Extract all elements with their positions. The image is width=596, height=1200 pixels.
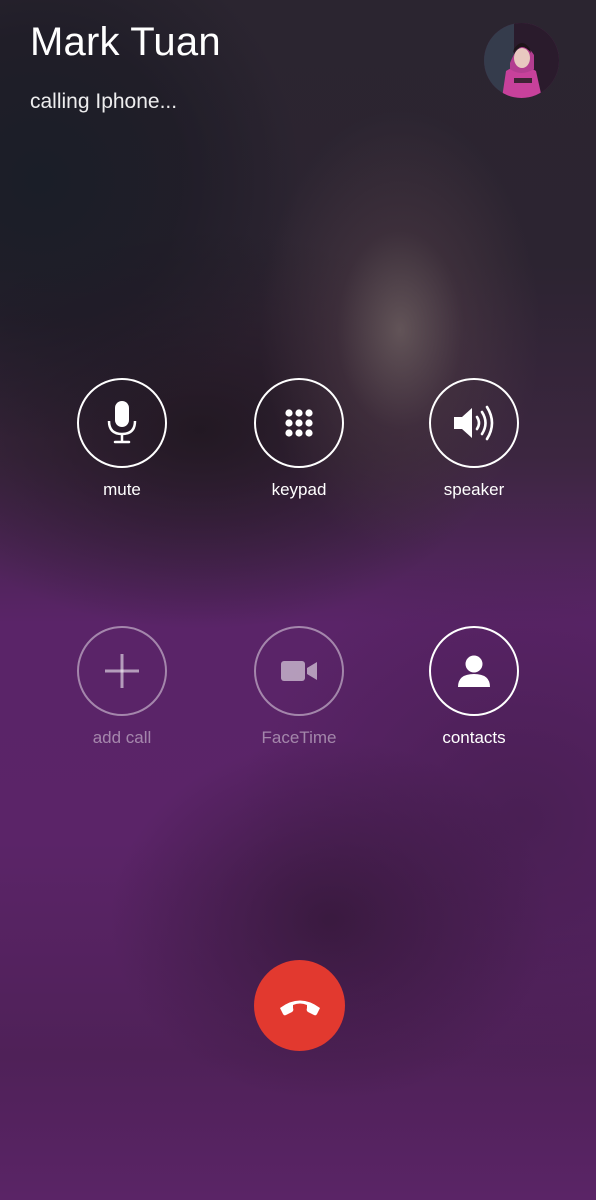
caller-name: Mark Tuan (30, 20, 221, 64)
add-call-button[interactable]: add call (57, 626, 187, 748)
mute-circle[interactable] (77, 378, 167, 468)
person-icon (458, 655, 490, 687)
speaker-icon (454, 405, 494, 441)
facetime-circle[interactable] (254, 626, 344, 716)
speaker-button[interactable]: speaker (409, 378, 539, 500)
keypad-grid-icon (285, 409, 313, 437)
video-camera-icon (281, 661, 317, 681)
keypad-button[interactable]: keypad (234, 378, 364, 500)
speaker-circle[interactable] (429, 378, 519, 468)
end-call-button[interactable] (254, 960, 345, 1051)
add-call-circle[interactable] (77, 626, 167, 716)
call-status: calling Iphone... (30, 90, 178, 113)
contacts-circle[interactable] (429, 626, 519, 716)
microphone-icon (107, 401, 137, 444)
contacts-label: contacts (442, 728, 506, 747)
keypad-label: keypad (271, 480, 327, 499)
facetime-label: FaceTime (261, 728, 337, 747)
phone-hangup-icon (279, 1000, 320, 1015)
contact-avatar[interactable] (484, 23, 559, 98)
contacts-button[interactable]: contacts (409, 626, 539, 748)
mute-button[interactable]: mute (57, 378, 187, 500)
facetime-button[interactable]: FaceTime (234, 626, 364, 748)
plus-icon (105, 654, 139, 688)
avatar-photo (484, 23, 559, 98)
speaker-label: speaker (443, 480, 505, 499)
add-call-label: add call (92, 728, 152, 747)
keypad-circle[interactable] (254, 378, 344, 468)
mute-label: mute (103, 480, 141, 499)
